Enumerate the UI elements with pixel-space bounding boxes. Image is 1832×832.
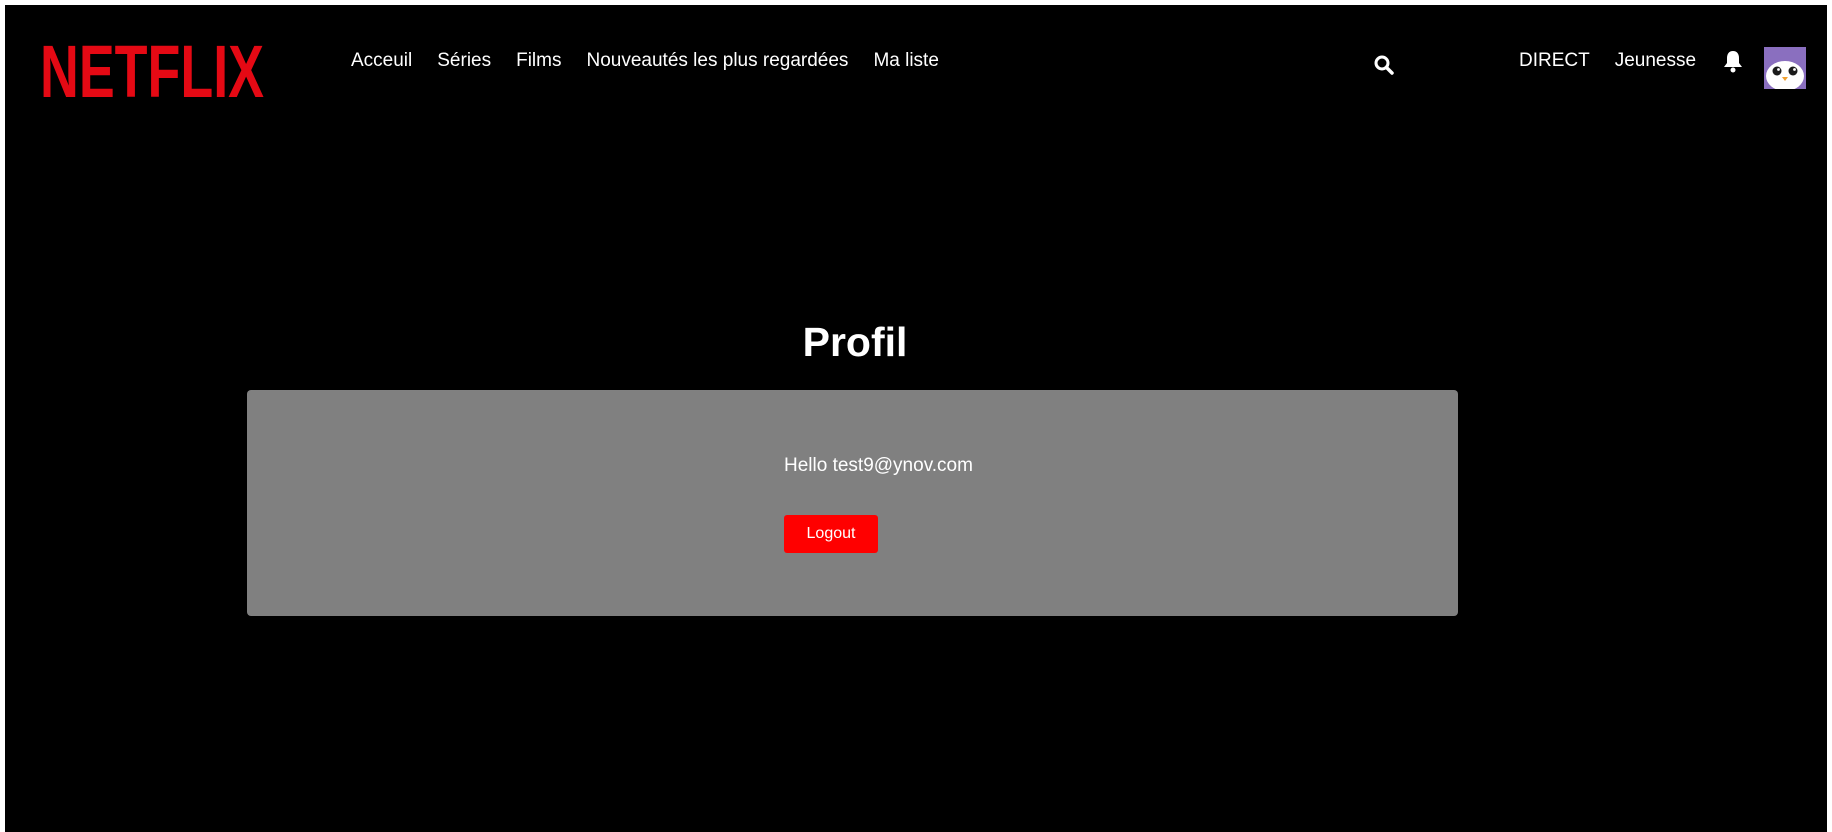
page-title: Profil <box>802 319 908 365</box>
netflix-logo-icon: NETFLIX <box>40 30 264 113</box>
nav-item-films[interactable]: Films <box>516 49 561 73</box>
nav-item-nouveautes[interactable]: Nouveautés les plus regardées <box>587 49 849 73</box>
greeting-text: Hello test9@ynov.com <box>784 455 973 476</box>
notifications-button[interactable] <box>1722 49 1744 73</box>
profile-card: Hello test9@ynov.com Logout <box>247 390 1458 616</box>
app-viewport: NETFLIX Acceuil Séries Films Nouveautés … <box>5 5 1827 832</box>
search-button[interactable] <box>1372 53 1396 77</box>
netflix-logo[interactable]: NETFLIX <box>40 29 270 113</box>
bell-icon <box>1724 51 1742 73</box>
nav-item-jeunesse[interactable]: Jeunesse <box>1615 49 1696 73</box>
nav-item-acceuil[interactable]: Acceuil <box>351 49 412 73</box>
search-icon <box>1374 55 1394 75</box>
secondary-nav: DIRECT Jeunesse <box>1519 49 1696 73</box>
nav-item-direct[interactable]: DIRECT <box>1519 49 1590 73</box>
nav-item-series[interactable]: Séries <box>437 49 491 73</box>
nav-item-ma-liste[interactable]: Ma liste <box>873 49 938 73</box>
main-nav: Acceuil Séries Films Nouveautés les plus… <box>351 49 939 73</box>
logo-text: NETFLIX <box>40 30 264 111</box>
top-navigation-bar: NETFLIX Acceuil Séries Films Nouveautés … <box>5 5 1827 115</box>
logout-button[interactable]: Logout <box>784 515 878 553</box>
avatar[interactable] <box>1764 47 1806 91</box>
penguin-avatar-icon <box>1764 47 1806 91</box>
